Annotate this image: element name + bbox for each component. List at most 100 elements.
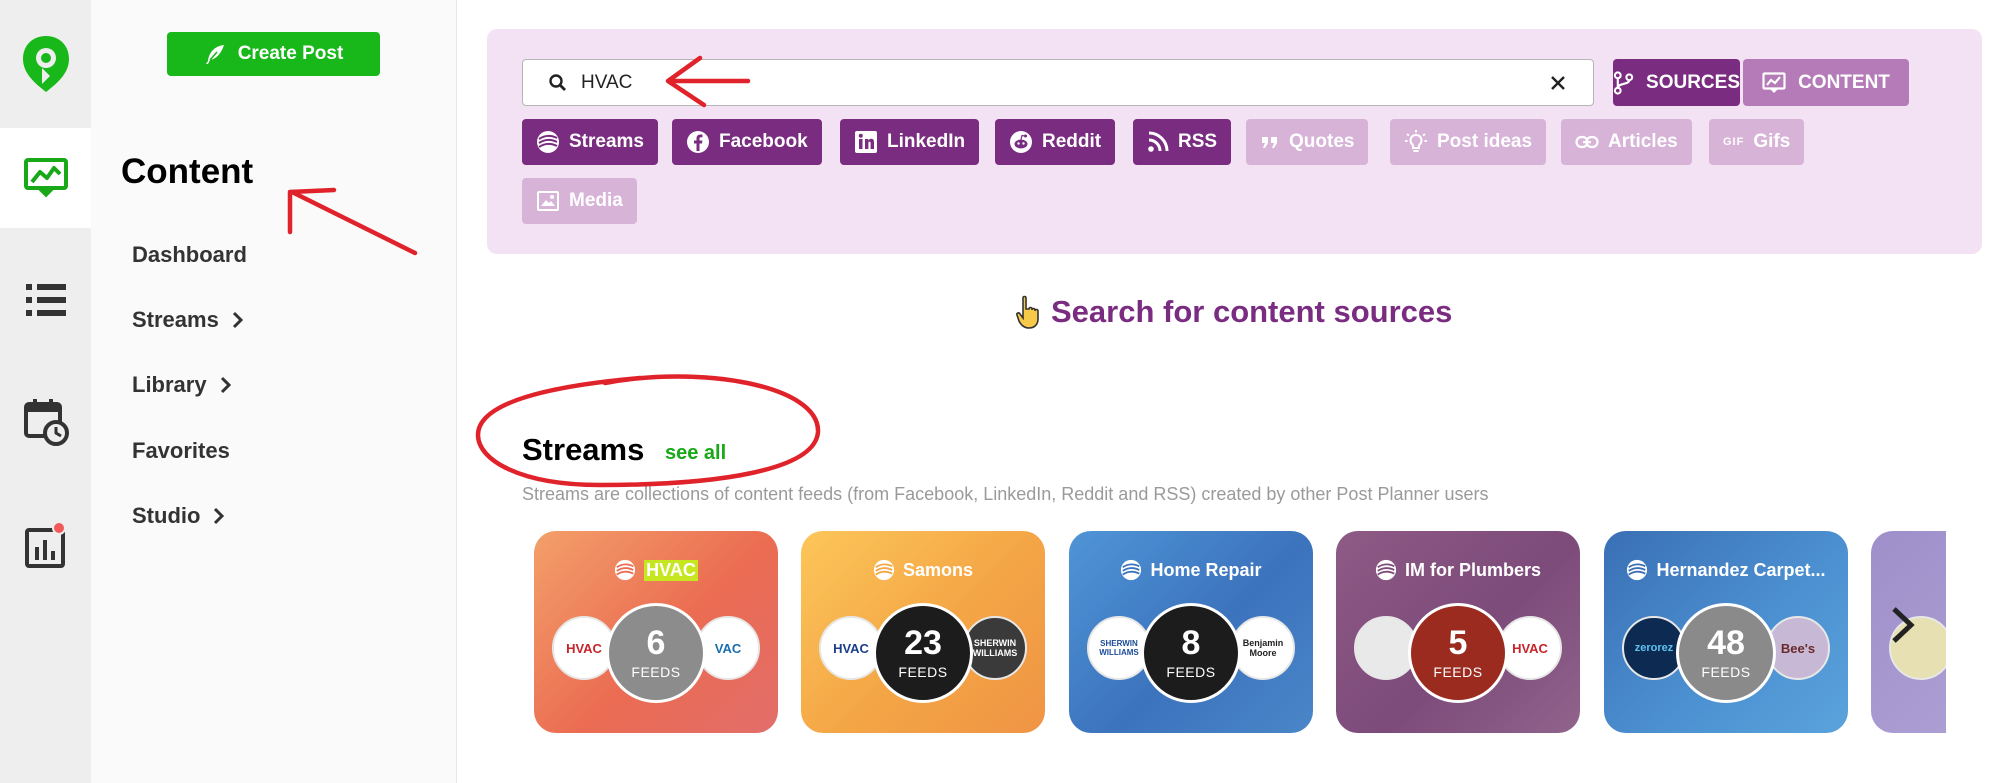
rail-item-calendar[interactable]	[0, 372, 91, 472]
chevron-right-icon	[220, 376, 231, 394]
search-icon	[549, 74, 566, 91]
content-mode-button[interactable]: CONTENT	[1743, 59, 1909, 106]
filter-chip-linkedin[interactable]: LinkedIn	[840, 119, 980, 165]
filter-chip-label: Facebook	[719, 131, 808, 152]
stream-feed-count: 23 FEEDS	[873, 603, 973, 703]
rail-item-analytics[interactable]	[0, 497, 91, 597]
sources-mode-button[interactable]: SOURCES	[1613, 59, 1740, 106]
search-box[interactable]	[522, 59, 1594, 106]
search-hint-text: Search for content sources	[1051, 294, 1453, 329]
stream-card-title-text: Samons	[902, 559, 974, 580]
content-chart-icon	[1762, 71, 1786, 93]
stream-card-title: Home Repair	[1069, 559, 1313, 581]
rail-item-content[interactable]	[0, 128, 91, 228]
feed-count-label: FEEDS	[1433, 664, 1483, 680]
stream-card-samons[interactable]: Samons HVAC SHERWIN WILLIAMS 23 FEEDS	[801, 531, 1045, 733]
notification-badge	[52, 521, 66, 535]
sources-mode-label: SOURCES	[1646, 71, 1740, 93]
feed-count-label: FEEDS	[1166, 664, 1216, 680]
logo-home-link[interactable]	[0, 0, 91, 128]
stream-feed-count: 5 FEEDS	[1408, 603, 1508, 703]
streams-icon	[1375, 559, 1397, 581]
stream-card-title-text: Hernandez Carpet...	[1656, 559, 1826, 580]
facebook-icon	[687, 131, 709, 153]
list-icon	[25, 284, 66, 316]
feed-count-number: 6	[646, 624, 666, 662]
stream-card-home-repair[interactable]: Home Repair SHERWIN WILLIAMS Benjamin Mo…	[1069, 531, 1313, 733]
clear-search-icon[interactable]	[1549, 74, 1567, 92]
filter-chip-reddit[interactable]: Reddit	[995, 119, 1116, 165]
filter-chip-rss[interactable]: RSS	[1133, 119, 1232, 165]
annotation-circle-streams	[475, 374, 821, 488]
image-icon	[537, 191, 559, 211]
chevron-right-icon	[214, 507, 225, 525]
streams-icon	[537, 131, 559, 153]
filter-chip-media[interactable]: Media	[522, 178, 637, 224]
sidenav-item-library[interactable]: Library	[132, 372, 231, 398]
page-title: Content	[121, 152, 254, 191]
streams-section-title: Streams	[522, 432, 645, 467]
filter-chip-label: Gifs	[1753, 131, 1791, 152]
streams-icon	[1121, 559, 1142, 581]
filter-chip-facebook[interactable]: Facebook	[672, 119, 822, 165]
pointing-hand-icon	[1016, 295, 1039, 329]
link-icon	[1575, 135, 1599, 149]
stream-card-title: Hernandez Carpet...	[1604, 559, 1848, 581]
sidenav-item-favorites[interactable]: Favorites	[132, 438, 230, 464]
gif-icon: GIF	[1723, 136, 1745, 148]
icon-rail	[0, 0, 91, 783]
feed-count-label: FEEDS	[898, 664, 948, 680]
feed-count-label: FEEDS	[631, 664, 681, 680]
create-post-label: Create Post	[237, 43, 344, 64]
stream-feed-count: 48 FEEDS	[1676, 603, 1776, 703]
filter-chip-label: LinkedIn	[887, 131, 966, 152]
search-panel: SOURCES CONTENT Streams Facebook Linked	[487, 29, 1982, 254]
sidenav-item-label: Library	[132, 372, 207, 397]
feed-count-number: 48	[1707, 624, 1745, 662]
sidenav-item-label: Dashboard	[132, 242, 247, 267]
feather-icon	[205, 45, 224, 64]
sidenav-item-label: Streams	[132, 307, 219, 332]
filter-chip-label: Quotes	[1289, 131, 1355, 152]
filter-chip-label: RSS	[1178, 131, 1218, 152]
stream-card-title-text: HVAC	[644, 559, 698, 581]
stream-card-hvac[interactable]: HVAC HVAC VAC 6 FEEDS	[534, 531, 778, 733]
search-input[interactable]	[581, 68, 1481, 98]
filter-chip-label: Reddit	[1042, 131, 1102, 152]
linkedin-icon	[855, 131, 877, 153]
branch-icon	[1613, 70, 1634, 95]
reddit-icon	[1010, 131, 1032, 153]
sidenav-item-streams[interactable]: Streams	[132, 307, 243, 333]
streams-section-description: Streams are collections of content feeds…	[522, 484, 1489, 504]
filter-chip-articles[interactable]: Articles	[1561, 119, 1692, 165]
sidenav-item-studio[interactable]: Studio	[132, 503, 225, 529]
stream-feed-count: 6 FEEDS	[606, 603, 706, 703]
filter-chip-streams[interactable]: Streams	[522, 119, 658, 165]
streams-icon	[1627, 559, 1648, 581]
filter-chip-label: Media	[569, 190, 623, 211]
filter-chip-quotes[interactable]: Quotes	[1246, 119, 1369, 165]
filter-chip-label: Streams	[569, 131, 644, 152]
create-post-button[interactable]: Create Post	[167, 32, 380, 76]
carousel-next-button[interactable]	[1883, 600, 1923, 650]
stream-card-hernandez-carpet[interactable]: Hernandez Carpet... zerorez Bee's 48 FEE…	[1604, 531, 1848, 733]
stream-card-im-for-plumbers[interactable]: IM for Plumbers HVAC 5 FEEDS	[1336, 531, 1580, 733]
filter-chip-post-ideas[interactable]: Post ideas	[1390, 119, 1547, 165]
stream-card-title: HVAC	[534, 559, 778, 581]
content-chart-icon	[23, 158, 68, 198]
content-sidenav: Create Post Content Dashboard Streams Li…	[91, 0, 457, 783]
rail-item-queue[interactable]	[0, 250, 91, 350]
search-hint: Search for content sources	[1013, 292, 1452, 332]
feed-count-number: 8	[1181, 624, 1201, 662]
chevron-right-icon	[1892, 607, 1915, 643]
sidenav-item-label: Studio	[132, 503, 201, 528]
feed-count-number: 23	[904, 624, 942, 662]
sidenav-item-dashboard[interactable]: Dashboard	[132, 242, 247, 268]
rss-icon	[1148, 131, 1169, 152]
see-all-link[interactable]: see all	[665, 442, 726, 465]
stream-card-title: Samons	[801, 559, 1045, 581]
filter-chip-gifs[interactable]: GIF Gifs	[1709, 119, 1805, 165]
filter-chip-label: Post ideas	[1437, 131, 1533, 152]
lightbulb-icon	[1405, 130, 1427, 152]
stream-card-title-text: Home Repair	[1150, 559, 1262, 580]
